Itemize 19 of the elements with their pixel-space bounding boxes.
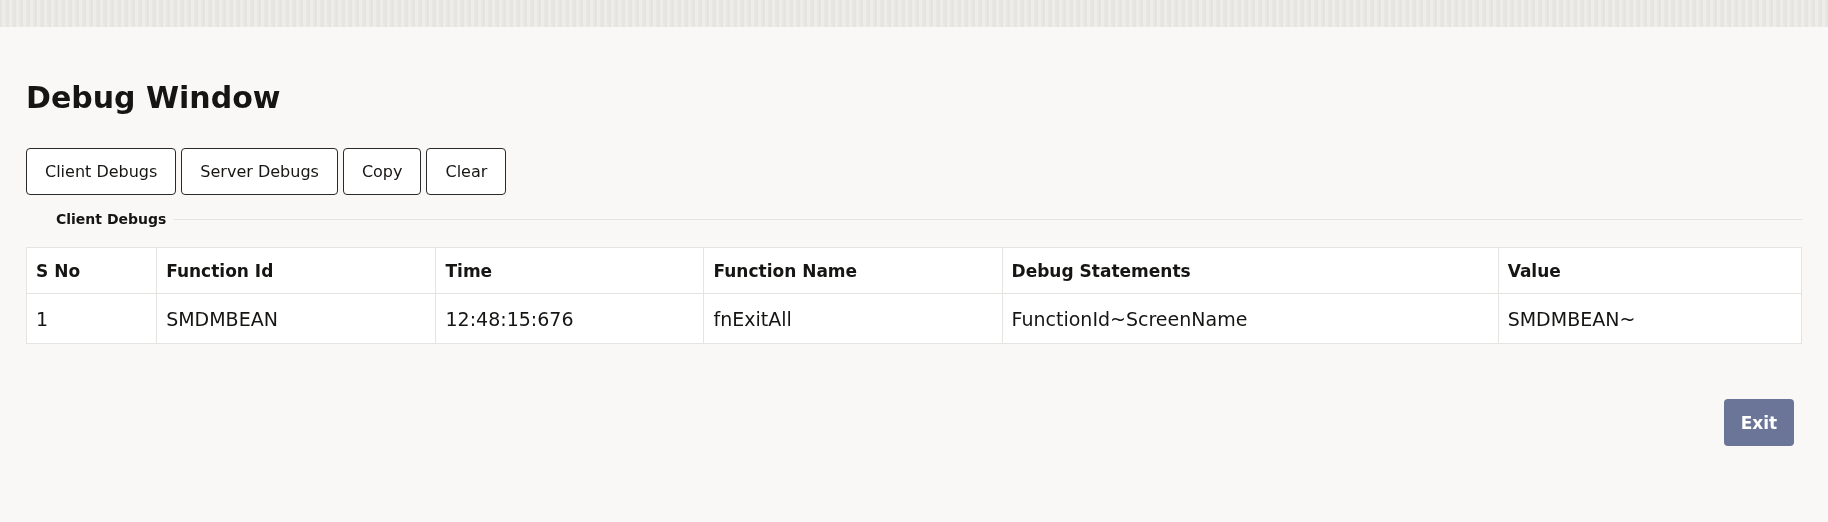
column-header: S No: [26, 247, 157, 294]
column-header: Function Id: [156, 247, 436, 294]
table-cell: FunctionId~ScreenName: [1002, 293, 1499, 344]
toolbar-button[interactable]: Server Debugs: [181, 148, 338, 195]
window-title: Debug Window: [26, 80, 282, 116]
column-header: Function Name: [703, 247, 1003, 294]
section-title: Client Debugs: [56, 211, 167, 227]
column-header: Debug Statements: [1002, 247, 1499, 294]
table-cell: fnExitAll: [703, 293, 1003, 344]
toolbar-button[interactable]: Copy: [342, 148, 422, 195]
table-cell: SMDMBEAN: [156, 293, 436, 344]
toolbar-button[interactable]: Client Debugs: [26, 148, 177, 195]
column-header: Value: [1498, 247, 1802, 294]
exit-button[interactable]: Exit: [1724, 399, 1794, 446]
table-cell: 1: [26, 293, 157, 344]
column-header: Time: [435, 247, 704, 294]
toolbar-button[interactable]: Clear: [426, 148, 507, 195]
table-cell: 12:48:15:676: [435, 293, 704, 344]
table-cell: SMDMBEAN~: [1498, 293, 1802, 344]
